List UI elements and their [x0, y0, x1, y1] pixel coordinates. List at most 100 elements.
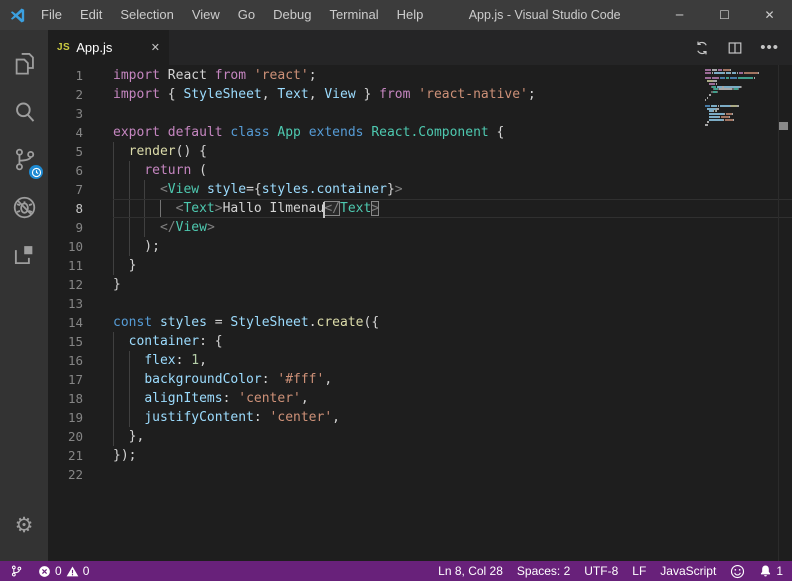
activity-item-source-control[interactable] [0, 135, 48, 183]
activity-item-debug[interactable] [0, 183, 48, 231]
status-bar-right: Ln 8, Col 28 Spaces: 2 UTF-8 LF JavaScript 1 [438, 564, 792, 579]
status-language-mode[interactable]: JavaScript [660, 564, 716, 578]
code-line-3[interactable]: 3 [48, 104, 792, 123]
code-line-9[interactable]: 9 </View> [48, 218, 792, 237]
code-line-12[interactable]: 12} [48, 275, 792, 294]
status-encoding[interactable]: UTF-8 [584, 564, 618, 578]
indent-guide [113, 200, 114, 217]
line-content: export default class App extends React.C… [113, 123, 792, 142]
minimap[interactable] [705, 69, 777, 130]
indent-guide [144, 200, 145, 217]
indent-guide [113, 427, 114, 446]
status-notifications[interactable]: 1 [759, 564, 783, 578]
code-line-8[interactable]: 8 <Text>Hallo Ilmenau</Text> [48, 199, 792, 218]
code-line-6[interactable]: 6 return ( [48, 161, 792, 180]
split-editor-icon[interactable] [727, 40, 743, 56]
line-content: import { StyleSheet, Text, View } from '… [113, 85, 792, 104]
window-title: App.js - Visual Studio Code [432, 8, 657, 22]
menu-debug[interactable]: Debug [264, 0, 320, 30]
code-line-1[interactable]: 1import React from 'react'; [48, 66, 792, 85]
manage-button[interactable]: ⚙ [0, 501, 48, 549]
tab-bar: JS App.js ✕ ••• [48, 30, 792, 65]
line-number: 14 [48, 313, 113, 332]
line-content: return ( [113, 161, 792, 180]
line-number: 16 [48, 351, 113, 370]
line-number: 20 [48, 427, 113, 446]
status-eol-text: LF [632, 564, 646, 578]
code-area[interactable]: 1import React from 'react';2import { Sty… [48, 65, 792, 484]
line-number: 13 [48, 294, 113, 313]
menu-edit[interactable]: Edit [71, 0, 111, 30]
code-line-20[interactable]: 20 }, [48, 427, 792, 446]
vscode-logo-icon [9, 7, 26, 24]
code-line-22[interactable]: 22 [48, 465, 792, 484]
status-problems-text: 0 [55, 564, 62, 578]
code-line-19[interactable]: 19 justifyContent: 'center', [48, 408, 792, 427]
code-line-11[interactable]: 11 } [48, 256, 792, 275]
code-line-17[interactable]: 17 backgroundColor: '#fff', [48, 370, 792, 389]
code-line-5[interactable]: 5 render() { [48, 142, 792, 161]
menu-file[interactable]: File [32, 0, 71, 30]
code-line-21[interactable]: 21}); [48, 446, 792, 465]
activity-item-extensions[interactable] [0, 231, 48, 279]
line-content [113, 465, 792, 484]
line-number: 21 [48, 446, 113, 465]
line-content: </View> [113, 218, 792, 237]
line-number: 1 [48, 66, 113, 85]
line-content: <View style={styles.container}> [113, 180, 792, 199]
indent-guide [113, 180, 114, 199]
code-line-7[interactable]: 7 <View style={styles.container}> [48, 180, 792, 199]
indent-guide [144, 180, 145, 199]
code-line-2[interactable]: 2import { StyleSheet, Text, View } from … [48, 85, 792, 104]
menu-terminal[interactable]: Terminal [320, 0, 387, 30]
overview-ruler[interactable] [778, 65, 792, 561]
status-problems-text: 0 [83, 564, 90, 578]
indent-guide [129, 408, 130, 427]
tab-close-icon[interactable]: ✕ [151, 41, 160, 54]
indent-guide [129, 161, 130, 180]
activity-item-explorer[interactable] [0, 39, 48, 87]
search-icon [11, 98, 38, 125]
more-actions-icon[interactable]: ••• [760, 43, 779, 53]
menu-go[interactable]: Go [229, 0, 264, 30]
sync-icon[interactable] [694, 40, 710, 56]
line-number: 10 [48, 237, 113, 256]
activity-item-search[interactable] [0, 87, 48, 135]
code-line-4[interactable]: 4export default class App extends React.… [48, 123, 792, 142]
line-content: } [113, 256, 792, 275]
minimize-button[interactable]: ─ [657, 0, 702, 30]
code-line-18[interactable]: 18 alignItems: 'center', [48, 389, 792, 408]
menu-view[interactable]: View [183, 0, 229, 30]
status-problems[interactable]: 00 [38, 564, 89, 578]
code-line-15[interactable]: 15 container: { [48, 332, 792, 351]
indent-guide [113, 237, 114, 256]
code-line-14[interactable]: 14const styles = StyleSheet.create({ [48, 313, 792, 332]
extensions-icon [11, 242, 37, 268]
code-line-16[interactable]: 16 flex: 1, [48, 351, 792, 370]
tab-appjs[interactable]: JS App.js ✕ [48, 30, 169, 65]
status-eol[interactable]: LF [632, 564, 646, 578]
line-content: }, [113, 427, 792, 446]
close-button[interactable]: ✕ [747, 0, 792, 30]
indent-guide [113, 142, 114, 161]
line-content: backgroundColor: '#fff', [113, 370, 792, 389]
status-feedback[interactable] [730, 564, 745, 579]
editor[interactable]: 1import React from 'react';2import { Sty… [48, 65, 792, 561]
status-indentation-text: Spaces: 2 [517, 564, 570, 578]
notifications-bell-icon [759, 564, 772, 578]
line-content: ); [113, 237, 792, 256]
status-indentation[interactable]: Spaces: 2 [517, 564, 570, 578]
code-line-10[interactable]: 10 ); [48, 237, 792, 256]
javascript-file-icon: JS [57, 42, 70, 53]
indent-guide [160, 200, 161, 217]
indent-guide [113, 218, 114, 237]
status-git-branch[interactable] [10, 564, 23, 578]
maximize-button[interactable]: ☐ [702, 0, 747, 30]
code-line-13[interactable]: 13 [48, 294, 792, 313]
status-notifications-text: 1 [776, 564, 783, 578]
menu-selection[interactable]: Selection [111, 0, 182, 30]
line-number: 5 [48, 142, 113, 161]
status-cursor-position[interactable]: Ln 8, Col 28 [438, 564, 503, 578]
menu-help[interactable]: Help [388, 0, 433, 30]
scm-sync-badge-clock-icon [29, 165, 43, 179]
